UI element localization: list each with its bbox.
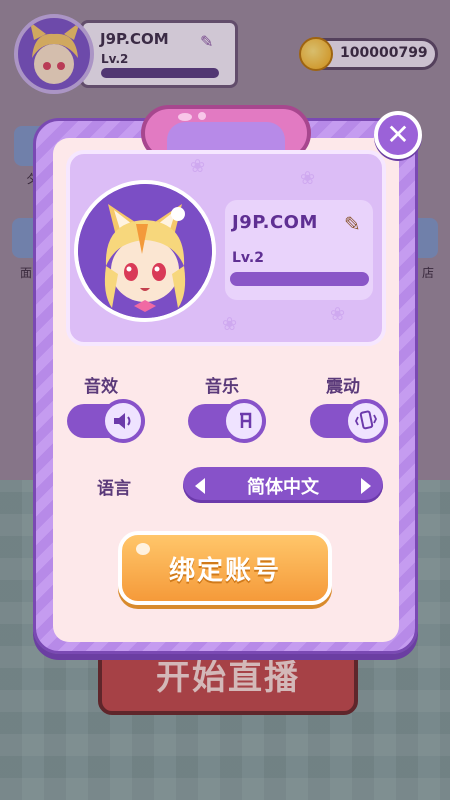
music-toggle[interactable] <box>188 399 266 443</box>
vibration-label: 震动 <box>326 377 360 397</box>
handle-shine <box>198 112 206 120</box>
handle-shine <box>178 113 192 121</box>
profile-username: J9P.COM <box>232 212 318 233</box>
paw-icon: ❀ <box>330 304 346 325</box>
chevron-right-icon[interactable] <box>361 478 371 494</box>
bind-account-label: 绑定账号 <box>168 555 281 586</box>
bind-account-button[interactable]: 绑定账号 <box>118 531 332 605</box>
paw-icon: ❀ <box>222 314 238 335</box>
music-label: 音乐 <box>205 377 239 397</box>
profile-level-bar <box>230 272 369 286</box>
music-note-icon <box>222 399 266 443</box>
paw-icon: ❀ <box>190 156 206 177</box>
profile-avatar[interactable] <box>74 180 216 322</box>
vibrate-icon <box>344 399 388 443</box>
close-icon[interactable]: ✕ <box>374 111 422 159</box>
speaker-icon <box>101 399 145 443</box>
profile-level: Lv.2 <box>232 250 264 266</box>
vibration-toggle[interactable] <box>310 399 388 443</box>
sound-effects-label: 音效 <box>84 377 118 397</box>
language-selector[interactable]: 简体中文 <box>183 467 383 503</box>
button-shine <box>136 543 150 555</box>
language-value: 简体中文 <box>247 477 319 498</box>
sound-effects-toggle[interactable] <box>67 399 145 443</box>
pencil-icon[interactable]: ✎ <box>344 212 361 236</box>
language-label: 语言 <box>97 479 131 499</box>
paw-icon: ❀ <box>300 168 316 189</box>
